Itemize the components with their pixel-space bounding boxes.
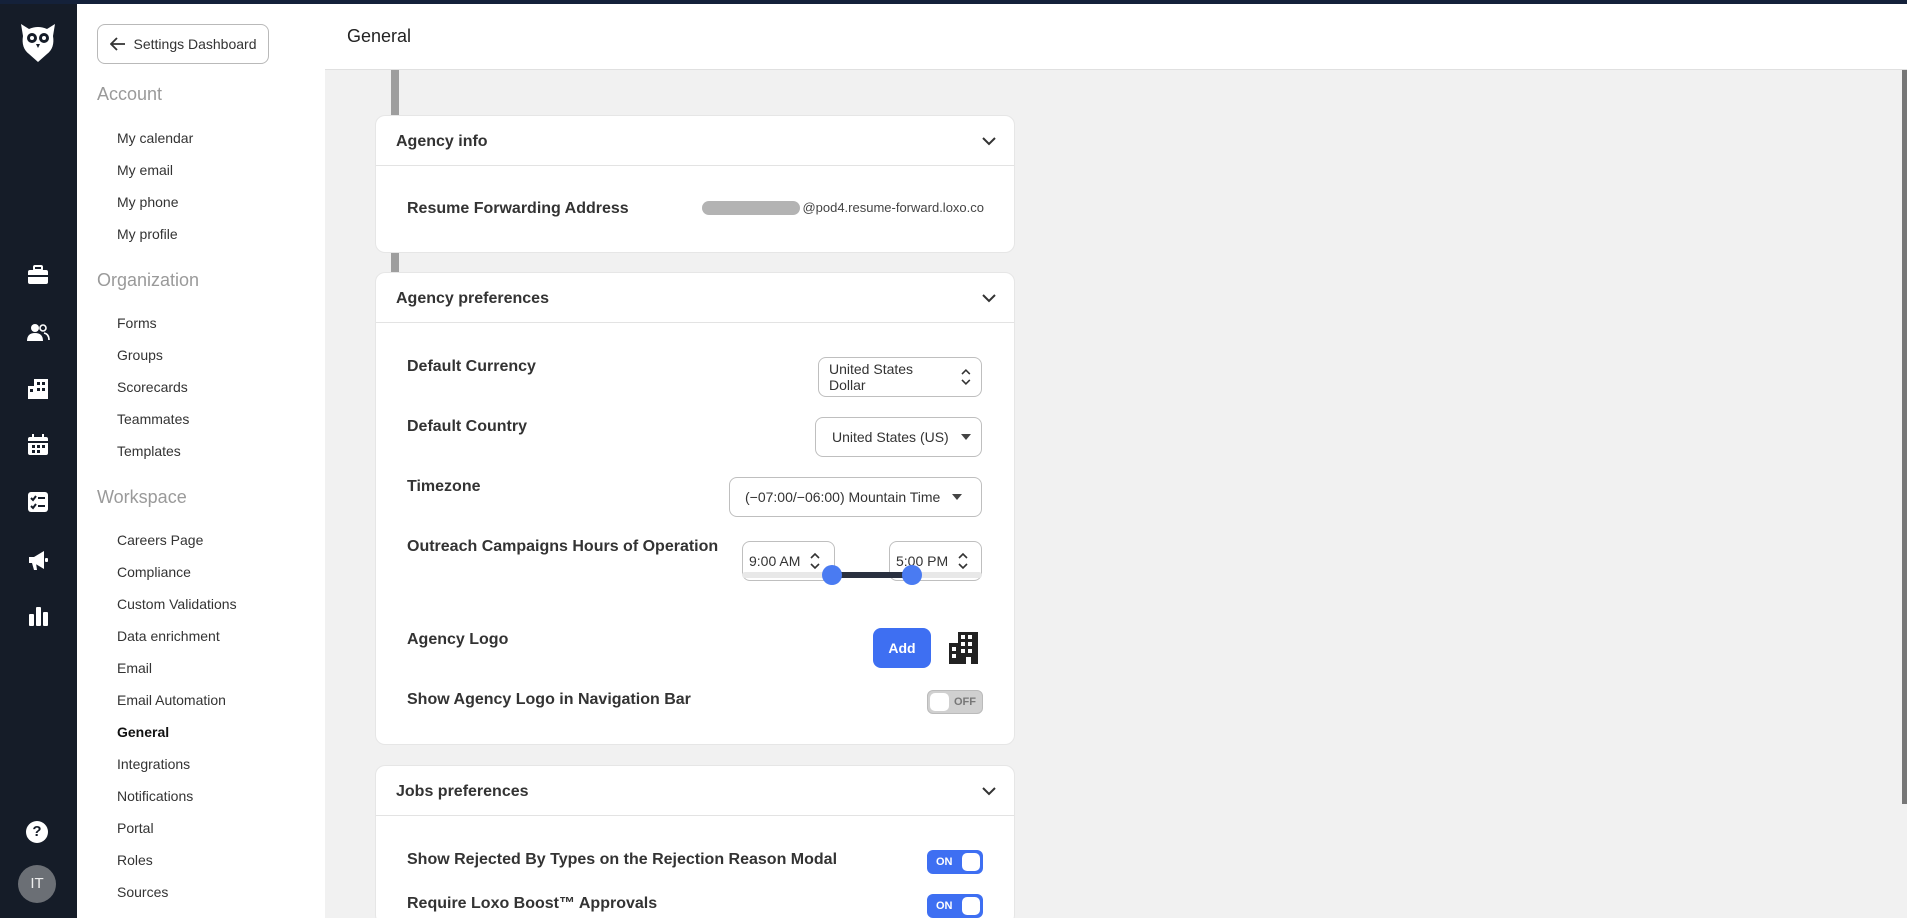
agency-preferences-card: Agency preferences Default Currency Unit… xyxy=(375,272,1015,745)
sidebar-item-general[interactable]: General xyxy=(117,724,169,740)
sidebar-item-groups[interactable]: Groups xyxy=(117,347,163,363)
sidebar-item-my-email[interactable]: My email xyxy=(117,162,173,178)
owl-logo-icon[interactable] xyxy=(19,20,57,64)
section-title-organization: Organization xyxy=(97,270,200,290)
sidebar-item-sources[interactable]: Sources xyxy=(117,884,168,900)
currency-select[interactable]: United States Dollar xyxy=(818,357,982,397)
bar-chart-icon[interactable] xyxy=(26,604,50,628)
hours-start-value: 9:00 AM xyxy=(749,553,801,569)
sidebar-item-compliance[interactable]: Compliance xyxy=(117,564,191,580)
sidebar-item-roles[interactable]: Roles xyxy=(117,852,153,868)
hours-range-slider[interactable] xyxy=(742,565,982,585)
sidebar-item-careers-page[interactable]: Careers Page xyxy=(117,532,203,548)
building-icon[interactable] xyxy=(26,377,50,401)
section-title-workspace: Workspace xyxy=(97,487,187,507)
default-country-label: Default Country xyxy=(407,418,527,435)
toggle-knob xyxy=(962,853,980,871)
sidebar-item-forms[interactable]: Forms xyxy=(117,315,157,331)
timezone-label: Timezone xyxy=(407,478,481,495)
hours-end-handle[interactable] xyxy=(901,565,922,585)
agency-info-header[interactable]: Agency info xyxy=(376,116,1014,166)
top-accent-line xyxy=(0,0,1907,4)
sidebar-item-custom-validations[interactable]: Custom Validations xyxy=(117,596,237,612)
main-scrollbar[interactable] xyxy=(1902,70,1907,804)
briefcase-icon[interactable] xyxy=(26,263,50,287)
loxo-boost-toggle[interactable]: ON xyxy=(927,894,983,918)
toggle-knob xyxy=(930,693,949,711)
checklist-icon[interactable] xyxy=(26,490,50,514)
toggle-knob xyxy=(962,897,980,915)
redacted-block xyxy=(702,200,801,215)
sidebar-item-email-automation[interactable]: Email Automation xyxy=(117,692,226,708)
resume-forwarding-domain: @pod4.resume-forward.loxo.co xyxy=(802,200,984,215)
sidebar-item-notifications[interactable]: Notifications xyxy=(117,788,193,804)
show-logo-toggle[interactable]: OFF xyxy=(927,690,983,714)
sidebar-item-portal[interactable]: Portal xyxy=(117,820,154,836)
avatar[interactable]: IT xyxy=(18,865,56,903)
sidebar-item-my-phone[interactable]: My phone xyxy=(117,194,178,210)
sidebar-item-integrations[interactable]: Integrations xyxy=(117,756,190,772)
hours-range-fill xyxy=(832,572,912,578)
agency-info-card: Agency info Resume Forwarding Address @p… xyxy=(375,115,1015,253)
caret-down-icon xyxy=(960,434,971,440)
page-title: General xyxy=(347,26,412,46)
megaphone-icon[interactable] xyxy=(26,548,50,572)
card-title: Agency preferences xyxy=(396,290,549,307)
toggle-state: OFF xyxy=(954,696,976,708)
caret-down-icon xyxy=(952,494,963,500)
timezone-value: (−07:00/−06:00) Mountain Time xyxy=(745,489,941,505)
sidebar-item-my-calendar[interactable]: My calendar xyxy=(117,130,193,146)
resume-forwarding-address: @pod4.resume-forward.loxo.co xyxy=(702,200,984,215)
agency-preferences-header[interactable]: Agency preferences xyxy=(376,273,1014,323)
country-value: United States (US) xyxy=(832,429,949,445)
hours-start-handle[interactable] xyxy=(822,565,842,585)
timezone-select[interactable]: (−07:00/−06:00) Mountain Time xyxy=(729,477,982,517)
chevron-down-icon[interactable] xyxy=(982,786,996,796)
hours-end-value: 5:00 PM xyxy=(896,553,949,569)
card-title: Jobs preferences xyxy=(396,783,529,800)
hours-of-operation-label: Outreach Campaigns Hours of Operation xyxy=(407,538,719,555)
sidebar-item-teammates[interactable]: Teammates xyxy=(117,411,189,427)
settings-dashboard-button[interactable]: Settings Dashboard xyxy=(97,24,269,64)
sidebar-item-scorecards[interactable]: Scorecards xyxy=(117,379,188,395)
arrow-left-icon xyxy=(109,37,125,51)
default-currency-label: Default Currency xyxy=(407,358,536,375)
sidebar-item-my-profile[interactable]: My profile xyxy=(117,226,178,242)
add-logo-button[interactable]: Add xyxy=(873,628,931,668)
up-down-arrows-icon[interactable] xyxy=(810,551,820,571)
sidebar-item-email[interactable]: Email xyxy=(117,660,152,676)
sidebar-item-data-enrichment[interactable]: Data enrichment xyxy=(117,628,220,644)
settings-sidebar: Settings Dashboard Account My calendar M… xyxy=(77,4,399,918)
page-header: General xyxy=(325,4,1907,70)
loxo-boost-label: Require Loxo Boost™ Approvals xyxy=(407,895,658,912)
resume-forwarding-label: Resume Forwarding Address xyxy=(407,200,629,217)
building-placeholder-icon xyxy=(949,632,978,664)
calendar-icon[interactable] xyxy=(26,433,50,457)
chevron-down-icon[interactable] xyxy=(982,293,996,303)
up-down-arrows-icon xyxy=(961,369,971,385)
up-down-arrows-icon[interactable] xyxy=(958,551,968,571)
app-rail: ? IT xyxy=(0,0,77,918)
chevron-down-icon[interactable] xyxy=(982,136,996,146)
section-title-account: Account xyxy=(97,84,163,104)
show-logo-label: Show Agency Logo in Navigation Bar xyxy=(407,691,691,708)
jobs-preferences-header[interactable]: Jobs preferences xyxy=(376,766,1014,816)
agency-logo-label: Agency Logo xyxy=(407,631,509,648)
help-icon[interactable]: ? xyxy=(26,821,48,843)
toggle-state: ON xyxy=(936,856,953,868)
rejected-by-types-label: Show Rejected By Types on the Rejection … xyxy=(407,851,838,868)
people-icon[interactable] xyxy=(26,320,50,344)
sidebar-item-templates[interactable]: Templates xyxy=(117,443,181,459)
rejected-by-types-toggle[interactable]: ON xyxy=(927,850,983,874)
jobs-preferences-card: Jobs preferences Show Rejected By Types … xyxy=(375,765,1015,918)
settings-dashboard-label: Settings Dashboard xyxy=(133,36,257,52)
country-select[interactable]: United States (US) xyxy=(815,417,982,457)
toggle-state: ON xyxy=(936,900,953,912)
card-title: Agency info xyxy=(396,133,488,150)
currency-value: United States Dollar xyxy=(829,361,914,393)
